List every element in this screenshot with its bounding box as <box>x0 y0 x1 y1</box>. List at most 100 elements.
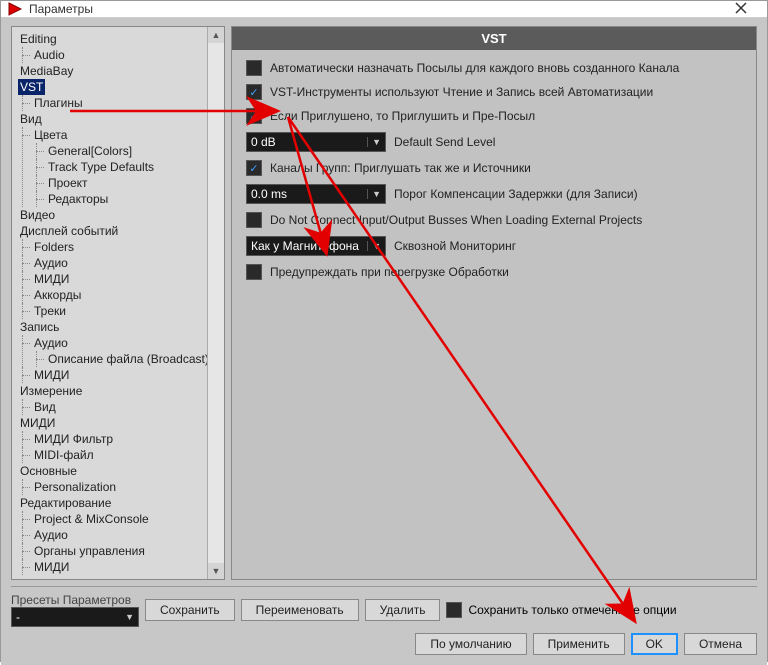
action-row: По умолчанию Применить OK Отмена <box>11 633 757 655</box>
chevron-down-icon: ▼ <box>367 189 381 199</box>
setting-vst-rw: VST-Инструменты используют Чтение и Запи… <box>246 84 742 100</box>
setting-auto-sends: Автоматически назначать Посылы для каждо… <box>246 60 742 76</box>
scroll-up-icon[interactable]: ▲ <box>208 27 224 43</box>
preferences-window: Параметры EditingAudioMediaBayVSTПлагины… <box>0 0 768 662</box>
close-icon <box>735 2 747 14</box>
tree-node[interactable]: МИДИ <box>18 415 57 431</box>
tree-node[interactable]: Проект <box>46 175 90 191</box>
chevron-down-icon: ▼ <box>367 137 381 147</box>
tree-node[interactable]: Треки <box>32 303 68 319</box>
checkbox-no-connect[interactable] <box>246 212 262 228</box>
window-title: Параметры <box>29 2 721 16</box>
dropdown-delay-comp-value: 0.0 ms <box>251 187 287 201</box>
tree-node[interactable]: MIDI-файл <box>32 447 96 463</box>
checkbox-mute-pre[interactable] <box>246 108 262 124</box>
label-no-connect: Do Not Connect Input/Output Busses When … <box>270 213 642 227</box>
checkbox-auto-sends[interactable] <box>246 60 262 76</box>
chevron-down-icon: ▼ <box>367 241 381 251</box>
tree-node[interactable]: Аудио <box>32 255 70 271</box>
tree-scrollbar[interactable]: ▲ ▼ <box>207 27 224 579</box>
setting-mute-pre: Если Приглушено, то Приглушить и Пре-Пос… <box>246 108 742 124</box>
close-button[interactable] <box>721 2 761 17</box>
setting-delay-comp: 0.0 ms ▼ Порог Компенсации Задержки (для… <box>246 184 742 204</box>
label-delay-comp: Порог Компенсации Задержки (для Записи) <box>394 187 638 201</box>
label-monitoring: Сквозной Мониторинг <box>394 239 516 253</box>
panel-header: VST <box>232 27 756 50</box>
tree-node[interactable]: Основные <box>18 463 79 479</box>
delete-preset-button[interactable]: Удалить <box>365 599 441 621</box>
setting-group-mute: Каналы Групп: Приглушать так же и Источн… <box>246 160 742 176</box>
scroll-down-icon[interactable]: ▼ <box>208 563 224 579</box>
defaults-button[interactable]: По умолчанию <box>415 633 526 655</box>
settings-panel: VST Автоматически назначать Посылы для к… <box>231 26 757 580</box>
save-checked-option: Сохранить только отмеченные опции <box>446 602 676 618</box>
tree-node[interactable]: МИДИ <box>32 367 71 383</box>
cancel-button[interactable]: Отмена <box>684 633 757 655</box>
dropdown-monitoring[interactable]: Как у Магнитофона ▼ <box>246 236 386 256</box>
tree-node[interactable]: Editing <box>18 31 59 47</box>
checkbox-vst-rw[interactable] <box>246 84 262 100</box>
tree-node[interactable]: Запись <box>18 319 61 335</box>
tree-node[interactable]: Редактирование <box>18 495 113 511</box>
tree-node[interactable]: Personalization <box>32 479 118 495</box>
label-vst-rw: VST-Инструменты используют Чтение и Запи… <box>270 85 653 99</box>
tree-node[interactable]: Аудио <box>32 527 70 543</box>
checkbox-group-mute[interactable] <box>246 160 262 176</box>
tree-node[interactable]: Track Type Defaults <box>46 159 156 175</box>
rename-preset-button[interactable]: Переименовать <box>241 599 359 621</box>
dialog-body: EditingAudioMediaBayVSTПлагиныВидЦветаGe… <box>1 18 767 665</box>
checkbox-warn-overload[interactable] <box>246 264 262 280</box>
chevron-down-icon: ▼ <box>125 612 134 622</box>
category-tree-panel: EditingAudioMediaBayVSTПлагиныВидЦветаGe… <box>11 26 225 580</box>
dropdown-delay-comp[interactable]: 0.0 ms ▼ <box>246 184 386 204</box>
tree-node[interactable]: Вид <box>32 399 58 415</box>
tree-node[interactable]: Органы управления <box>32 543 147 559</box>
tree-node[interactable]: Редакторы <box>46 191 110 207</box>
apply-button[interactable]: Применить <box>533 633 625 655</box>
app-logo-icon <box>7 1 23 17</box>
dropdown-send-level[interactable]: 0 dB ▼ <box>246 132 386 152</box>
setting-warn-overload: Предупреждать при перегрузке Обработки <box>246 264 742 280</box>
preset-dropdown[interactable]: - ▼ <box>11 607 139 627</box>
tree-node[interactable]: Folders <box>32 239 76 255</box>
tree-node[interactable]: МИДИ <box>32 271 71 287</box>
tree-node[interactable]: MediaBay <box>18 63 75 79</box>
dropdown-monitoring-value: Как у Магнитофона <box>251 239 359 253</box>
titlebar: Параметры <box>1 1 767 18</box>
tree-node[interactable]: Дисплей событий <box>18 223 120 239</box>
tree-node[interactable]: Видео <box>18 207 57 223</box>
label-mute-pre: Если Приглушено, то Приглушить и Пре-Пос… <box>270 109 535 123</box>
main-panels: EditingAudioMediaBayVSTПлагиныВидЦветаGe… <box>11 26 757 580</box>
dropdown-send-level-value: 0 dB <box>251 135 276 149</box>
tree-node[interactable]: Плагины <box>32 95 85 111</box>
ok-button[interactable]: OK <box>631 633 678 655</box>
tree-node[interactable]: Audio <box>32 47 67 63</box>
save-preset-button[interactable]: Сохранить <box>145 599 235 621</box>
label-send-level: Default Send Level <box>394 135 495 149</box>
preset-col: Пресеты Параметров - ▼ <box>11 593 139 627</box>
bottom-bar: Пресеты Параметров - ▼ Сохранить Переиме… <box>11 586 757 655</box>
tree-node[interactable]: Вид <box>18 111 44 127</box>
tree-node[interactable]: МИДИ Фильтр <box>32 431 115 447</box>
tree-node[interactable]: General[Colors] <box>46 143 134 159</box>
tree-node[interactable]: Аккорды <box>32 287 83 303</box>
tree-node[interactable]: Описание файла (Broadcast) <box>46 351 211 367</box>
label-warn-overload: Предупреждать при перегрузке Обработки <box>270 265 509 279</box>
tree-node[interactable]: Измерение <box>18 383 84 399</box>
preset-row: Пресеты Параметров - ▼ Сохранить Переиме… <box>11 593 757 627</box>
setting-default-send-level: 0 dB ▼ Default Send Level <box>246 132 742 152</box>
tree-node[interactable]: VST <box>18 79 45 95</box>
preset-label: Пресеты Параметров <box>11 593 139 607</box>
setting-no-connect: Do Not Connect Input/Output Busses When … <box>246 212 742 228</box>
tree-node[interactable]: Аудио <box>32 335 70 351</box>
checkbox-save-checked[interactable] <box>446 602 462 618</box>
settings-list: Автоматически назначать Посылы для каждо… <box>232 50 756 290</box>
category-tree[interactable]: EditingAudioMediaBayVSTПлагиныВидЦветаGe… <box>12 27 224 579</box>
setting-monitoring: Как у Магнитофона ▼ Сквозной Мониторинг <box>246 236 742 256</box>
tree-node[interactable]: Project & MixConsole <box>32 511 151 527</box>
preset-dropdown-value: - <box>16 610 20 624</box>
label-auto-sends: Автоматически назначать Посылы для каждо… <box>270 61 679 75</box>
label-save-checked: Сохранить только отмеченные опции <box>468 603 676 617</box>
tree-node[interactable]: МИДИ <box>32 559 71 575</box>
tree-node[interactable]: Цвета <box>32 127 69 143</box>
